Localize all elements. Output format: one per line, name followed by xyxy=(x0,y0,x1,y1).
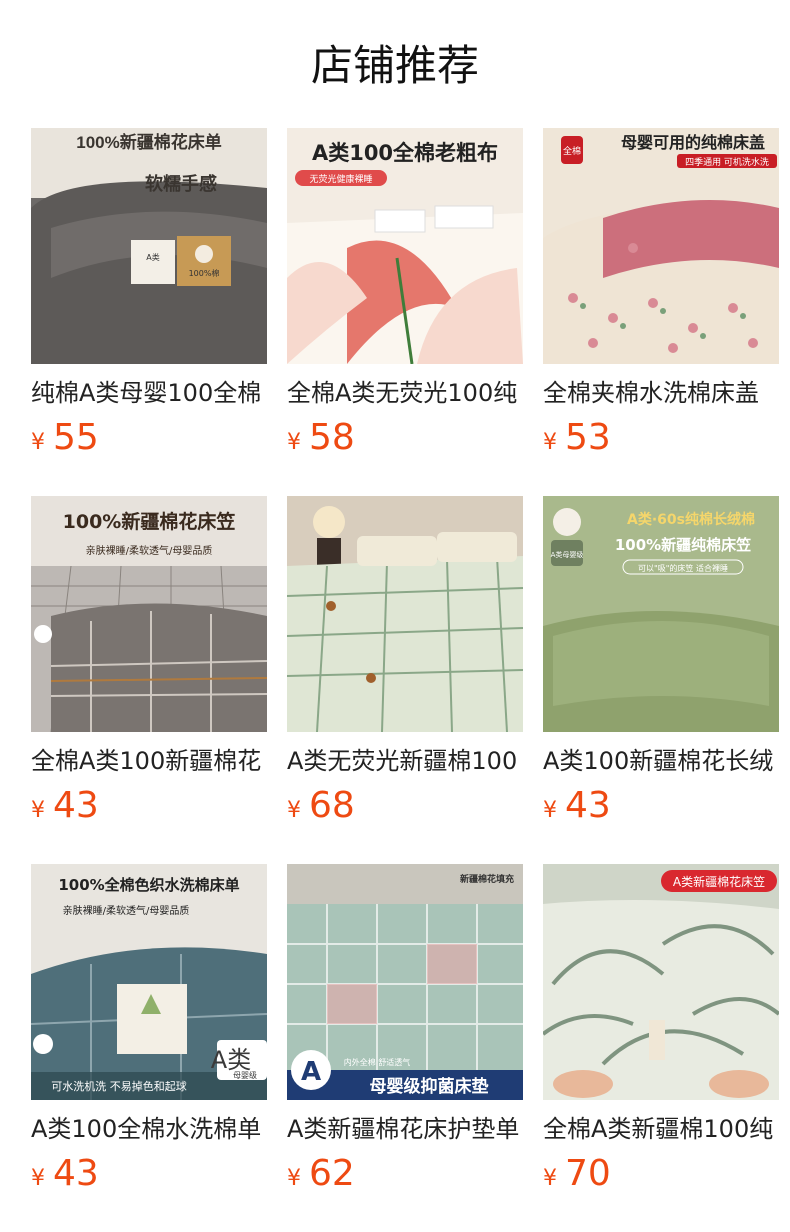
price-amount: 55 xyxy=(53,417,99,458)
product-name[interactable]: A类100新疆棉花长绒 xyxy=(543,744,779,778)
product-image[interactable]: 全棉 母婴可用的纯棉床盖 四季通用 可机洗水洗 xyxy=(543,128,779,364)
svg-text:可以"吸"的床笠 适合裸睡: 可以"吸"的床笠 适合裸睡 xyxy=(638,563,728,573)
product-card[interactable]: 100%全棉色织水洗棉床单 亲肤裸睡/柔软透气/母婴品质 可水洗机洗 不易掉色和… xyxy=(31,864,267,1232)
image-badge: 无荧光健康裸睡 xyxy=(309,173,372,185)
product-price: ¥43 xyxy=(31,786,99,826)
product-card[interactable]: A类100全棉老粗布 无荧光健康裸睡 全棉A类无荧光100纯 ¥58 xyxy=(287,128,523,496)
image-subhead: 100%新疆纯棉床笠 xyxy=(615,536,751,554)
product-image[interactable]: A类新疆棉花床笠 xyxy=(543,864,779,1100)
product-price: ¥55 xyxy=(31,418,99,458)
product-price: ¥43 xyxy=(543,786,611,826)
image-caption: 可水洗机洗 不易掉色和起球 xyxy=(51,1079,187,1093)
image-badge: 全棉 xyxy=(563,145,581,157)
product-card[interactable]: 新疆棉花填充 A 母婴级抑菌床垫 内外全棉 舒适透气 A类新疆棉花床护垫单 ¥6… xyxy=(287,864,523,1232)
svg-text:A类: A类 xyxy=(211,1046,251,1074)
product-image[interactable]: 100%全棉色织水洗棉床单 亲肤裸睡/柔软透气/母婴品质 可水洗机洗 不易掉色和… xyxy=(31,864,267,1100)
product-name[interactable]: 全棉A类新疆棉100纯 xyxy=(543,1112,779,1146)
image-headline: 100%新疆棉花床单 xyxy=(76,132,221,152)
currency-symbol: ¥ xyxy=(287,798,301,823)
svg-text:A: A xyxy=(301,1057,321,1087)
image-headline: 母婴可用的纯棉床盖 xyxy=(621,133,765,152)
price-amount: 43 xyxy=(53,1153,99,1194)
image-headline: A类100全棉老粗布 xyxy=(312,141,498,165)
currency-symbol: ¥ xyxy=(31,798,45,823)
product-image[interactable]: 100%新疆棉花床单 软糯手感 A类 100%棉 xyxy=(31,128,267,364)
image-subhead: 软糯手感 xyxy=(145,173,217,194)
currency-symbol: ¥ xyxy=(543,798,557,823)
currency-symbol: ¥ xyxy=(543,1166,557,1191)
product-price: ¥70 xyxy=(543,1154,611,1194)
image-headline: 母婴级抑菌床垫 xyxy=(370,1076,489,1097)
image-tag: A类新疆棉花床笠 xyxy=(673,874,765,889)
product-name[interactable]: 全棉A类100新疆棉花 xyxy=(31,744,267,778)
currency-symbol: ¥ xyxy=(287,1166,301,1191)
product-card[interactable]: A类母婴级 A类·60s纯棉长绒棉 100%新疆纯棉床笠 可以"吸"的床笠 适合… xyxy=(543,496,779,864)
price-amount: 68 xyxy=(309,785,355,826)
image-subhead: 亲肤裸睡/柔软透气/母婴品质 xyxy=(86,544,213,557)
product-price: ¥58 xyxy=(287,418,355,458)
image-headline: 100%全棉色织水洗棉床单 xyxy=(58,876,239,894)
svg-text:A类: A类 xyxy=(146,252,159,262)
image-headline: A类·60s纯棉长绒棉 xyxy=(627,511,755,528)
product-name[interactable]: A类新疆棉花床护垫单 xyxy=(287,1112,523,1146)
svg-text:母婴级: 母婴级 xyxy=(233,1070,257,1080)
image-headline: 100%新疆棉花床笠 xyxy=(63,510,236,533)
product-image[interactable]: 新疆棉花填充 A 母婴级抑菌床垫 内外全棉 舒适透气 xyxy=(287,864,523,1100)
product-card[interactable]: A类新疆棉花床笠 全棉A类新疆棉100纯 ¥70 xyxy=(543,864,779,1232)
product-image[interactable]: A类母婴级 A类·60s纯棉长绒棉 100%新疆纯棉床笠 可以"吸"的床笠 适合… xyxy=(543,496,779,732)
product-name[interactable]: 纯棉A类母婴100全棉 xyxy=(31,376,267,410)
currency-symbol: ¥ xyxy=(31,430,45,455)
image-tag: 新疆棉花填充 xyxy=(460,873,514,885)
page-title: 店铺推荐 xyxy=(310,41,479,90)
product-image[interactable]: 100%新疆棉花床笠 亲肤裸睡/柔软透气/母婴品质 xyxy=(31,496,267,732)
product-name[interactable]: 全棉夹棉水洗棉床盖 xyxy=(543,376,779,410)
product-price: ¥68 xyxy=(287,786,355,826)
price-amount: 43 xyxy=(565,785,611,826)
product-card[interactable]: 100%新疆棉花床笠 亲肤裸睡/柔软透气/母婴品质 全棉A类100新疆棉花 ¥4… xyxy=(31,496,267,864)
currency-symbol: ¥ xyxy=(31,1166,45,1191)
price-amount: 53 xyxy=(565,417,611,458)
product-card[interactable]: A类无荧光新疆棉100 ¥68 xyxy=(287,496,523,864)
price-amount: 58 xyxy=(309,417,355,458)
image-badge: A类母婴级 xyxy=(551,550,584,559)
product-card[interactable]: 100%新疆棉花床单 软糯手感 A类 100%棉 纯棉A类母婴100全棉 ¥55 xyxy=(31,128,267,496)
price-amount: 43 xyxy=(53,785,99,826)
product-card[interactable]: 全棉 母婴可用的纯棉床盖 四季通用 可机洗水洗 全棉夹棉水洗棉床盖 ¥53 xyxy=(543,128,779,496)
currency-symbol: ¥ xyxy=(287,430,301,455)
product-price: ¥62 xyxy=(287,1154,355,1194)
product-price: ¥43 xyxy=(31,1154,99,1194)
price-amount: 62 xyxy=(309,1153,355,1194)
image-subhead: 亲肤裸睡/柔软透气/母婴品质 xyxy=(63,904,190,917)
image-subhead: 四季通用 可机洗水洗 xyxy=(685,156,769,168)
product-image[interactable] xyxy=(287,496,523,732)
currency-symbol: ¥ xyxy=(543,430,557,455)
product-name[interactable]: A类100全棉水洗棉单 xyxy=(31,1112,267,1146)
product-grid: 100%新疆棉花床单 软糯手感 A类 100%棉 纯棉A类母婴100全棉 ¥55… xyxy=(31,128,779,1232)
svg-text:100%棉: 100%棉 xyxy=(189,268,220,278)
product-image[interactable]: A类100全棉老粗布 无荧光健康裸睡 xyxy=(287,128,523,364)
price-amount: 70 xyxy=(565,1153,611,1194)
product-name[interactable]: A类无荧光新疆棉100 xyxy=(287,744,523,778)
product-price: ¥53 xyxy=(543,418,611,458)
image-subhead: 内外全棉 舒适透气 xyxy=(344,1057,411,1067)
product-name[interactable]: 全棉A类无荧光100纯 xyxy=(287,376,523,410)
